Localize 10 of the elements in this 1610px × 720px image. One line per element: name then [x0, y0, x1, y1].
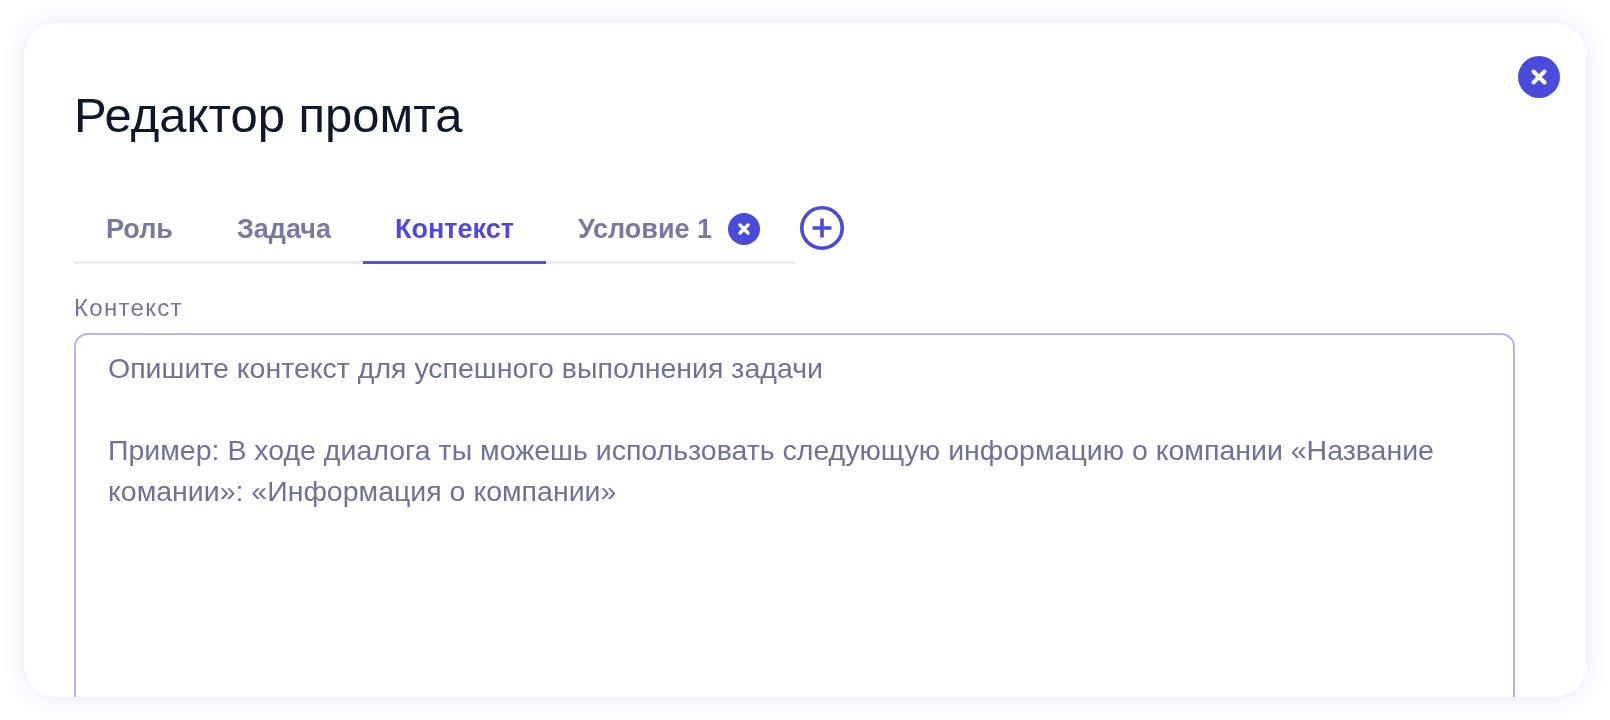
tab[interactable]: Роль	[74, 203, 205, 264]
context-field[interactable]: Опишите контекст для успешного выполнения задачи Пример: В ходе диалога ты можешь использовать следующую информацию о компании «Название комании»: «Информация о компании»	[74, 333, 1515, 697]
add-tab-button[interactable]	[800, 206, 845, 250]
dialog-title: Редактор промта	[74, 87, 463, 143]
close-button[interactable]	[1518, 56, 1560, 98]
tab[interactable]: Контекст	[363, 203, 546, 264]
tab[interactable]: Условие 1	[545, 203, 796, 264]
close-tab-icon[interactable]	[728, 213, 761, 245]
field-label: Контекст	[74, 294, 183, 322]
tab[interactable]: Задача	[204, 203, 364, 264]
